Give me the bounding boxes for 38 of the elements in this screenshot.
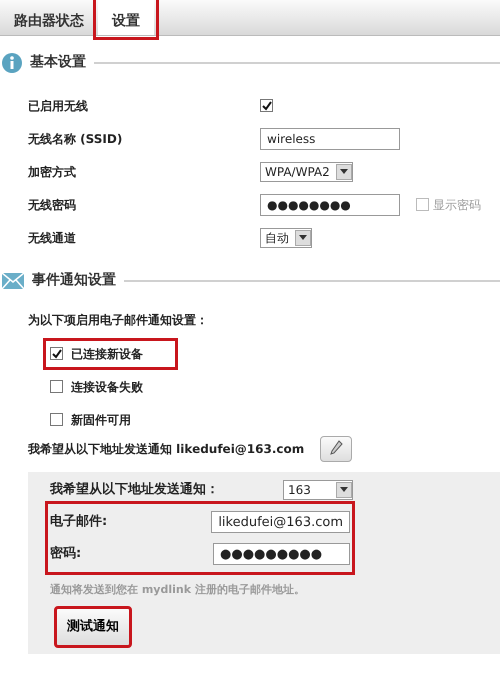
dropdown[interactable]: 自动 [260,228,312,248]
field-label: 密码: [50,544,82,563]
field-label: 无线名称 (SSID) [28,130,124,148]
field-label: 已启用无线 [28,98,89,114]
info-icon [2,52,22,72]
checkbox[interactable] [50,380,63,393]
checkbox[interactable] [50,413,63,426]
caret-icon [340,169,348,174]
password-field[interactable]: ●●●●●●●● [260,194,400,216]
note-text: 通知将发送到您在 mydlink 注册的电子邮件地址。 [50,582,306,598]
edit-button[interactable] [320,436,352,462]
intro-text: 为以下项启用电子邮件通知设置： [28,312,209,329]
caret-icon [340,487,348,492]
dropdown[interactable]: 163 [283,480,353,500]
envelope-icon [2,272,24,288]
section-title: 事件通知设置 [32,271,116,290]
tab[interactable]: 设置 [98,0,154,35]
checkbox-label: 连接设备失败 [71,378,143,396]
test-button[interactable]: 测试通知 [54,606,132,648]
checkbox[interactable] [260,99,273,112]
caret-icon [299,235,307,240]
email-field[interactable]: likedufei@163.com [211,510,350,532]
field-label: 电子邮件: [50,512,108,531]
checkbox-label: 显示密码 [433,196,481,214]
sender-text: 我希望从以下地址发送通知 likedufei@163.com [28,440,304,458]
tab[interactable]: 路由器状态 [0,0,98,35]
input-field[interactable]: wireless [260,128,400,150]
section-title: 基本设置 [30,53,86,72]
field-label: 加密方式 [28,164,77,180]
field-label: 我希望从以下地址发送通知： [50,480,220,499]
checkbox-label: 新固件可用 [71,412,131,428]
field-label: 无线通道 [28,230,77,246]
dropdown[interactable]: WPA/WPA2 [260,162,353,182]
checkbox-label: 已连接新设备 [71,346,143,362]
password-field[interactable]: ●●●●●●●●● [213,542,350,564]
field-label: 无线密码 [28,196,77,214]
pencil-icon [329,440,344,456]
checkbox[interactable] [50,347,63,360]
